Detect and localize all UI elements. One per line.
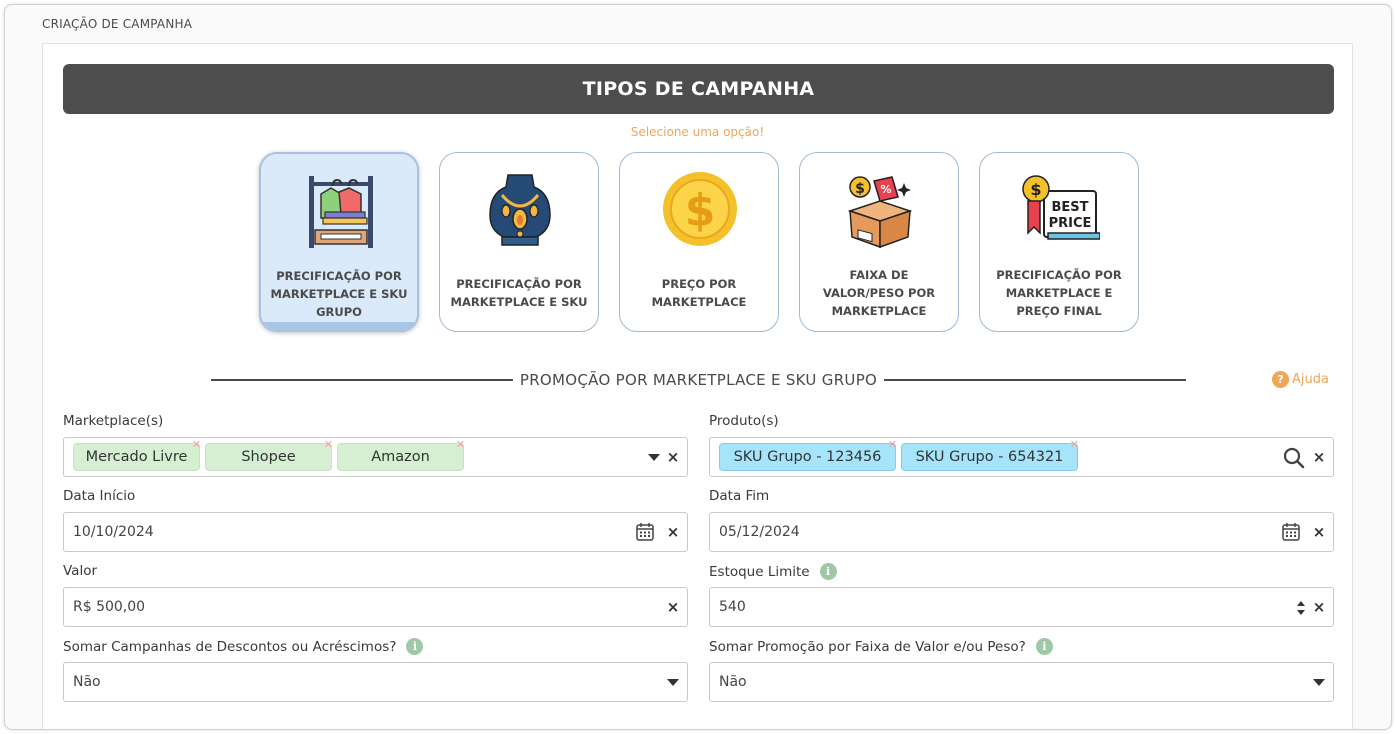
marketplace-tag-label: Amazon	[371, 449, 430, 465]
svg-text:PRICE: PRICE	[1049, 216, 1092, 231]
remove-tag-icon[interactable]: ✕	[192, 438, 201, 451]
section-header: PROMOÇÃO POR MARKETPLACE E SKU GRUPO	[211, 370, 1186, 390]
chevron-down-icon[interactable]	[1313, 679, 1325, 686]
remove-tag-icon[interactable]: ✕	[1070, 438, 1079, 451]
produtos-label: Produto(s)	[709, 413, 779, 429]
product-tag: SKU Grupo - 123456 ✕	[719, 438, 897, 471]
somar-campanhas-select[interactable]: Não	[63, 662, 688, 702]
clear-icon[interactable]: ×	[665, 448, 681, 466]
remove-tag-icon[interactable]: ✕	[456, 438, 465, 451]
chevron-down-icon[interactable]	[667, 679, 679, 686]
estoque-limite-label-text: Estoque Limite	[709, 563, 810, 580]
remove-tag-icon[interactable]: ✕	[324, 438, 333, 451]
valor-label: Valor	[63, 563, 97, 579]
info-icon[interactable]: i	[406, 638, 424, 655]
somar-promocao-label-text: Somar Promoção por Faixa de Valor e/ou P…	[709, 638, 1026, 655]
data-fim-input[interactable]: 05/12/2024 ×	[709, 512, 1334, 552]
valor-input[interactable]: R$ 500,00 ×	[63, 587, 688, 627]
number-stepper-icon[interactable]	[1296, 600, 1306, 616]
data-fim-value: 05/12/2024	[719, 524, 800, 540]
page-title: CRIAÇÃO DE CAMPANHA	[42, 17, 193, 31]
clear-icon[interactable]: ×	[665, 523, 681, 541]
remove-tag-icon[interactable]: ✕	[888, 438, 897, 451]
campaign-type-faixa-valor-peso[interactable]: $ % FAIXA DE VALOR/PESO POR MARKETPLACE	[799, 152, 959, 332]
product-tag-label: SKU Grupo - 654321	[915, 449, 1064, 465]
dollar-coin-icon: $	[663, 172, 737, 246]
svg-text:$: $	[855, 181, 865, 197]
clear-icon[interactable]: ×	[665, 598, 681, 616]
info-icon[interactable]: i	[1035, 638, 1053, 655]
calendar-icon[interactable]	[1281, 522, 1301, 542]
jewelry-necklace-icon	[489, 174, 551, 246]
marketplaces-label-text: Marketplace(s)	[63, 413, 164, 429]
campaign-type-label: PREÇO POR MARKETPLACE	[651, 277, 747, 309]
data-inicio-value: 10/10/2024	[73, 524, 154, 540]
marketplace-tag: Amazon ✕	[337, 438, 465, 471]
campaign-type-list: PRECIFICAÇÃO POR MARKETPLACE E SKU GRUPO…	[259, 152, 1139, 332]
help-label: Ajuda	[1292, 372, 1329, 387]
marketplace-tag-label: Shopee	[241, 449, 296, 465]
window-frame: CRIAÇÃO DE CAMPANHA TIPOS DE CAMPANHA Se…	[4, 4, 1392, 730]
clothes-rack-icon	[309, 176, 373, 248]
valor-label-text: Valor	[63, 563, 98, 579]
campaign-type-label: PRECIFICAÇÃO POR MARKETPLACE E SKU GRUPO	[270, 269, 408, 319]
somar-campanhas-label-text: Somar Campanhas de Descontos ou Acréscim…	[63, 638, 397, 655]
somar-campanhas-label: Somar Campanhas de Descontos ou Acréscim…	[63, 638, 424, 655]
data-fim-label-text: Data Fim	[709, 488, 770, 504]
data-fim-label: Data Fim	[709, 488, 769, 504]
calendar-icon[interactable]	[635, 522, 655, 542]
campaign-type-marketplace[interactable]: $ PREÇO POR MARKETPLACE	[619, 152, 779, 332]
section-divider	[211, 379, 513, 381]
svg-text:BEST: BEST	[1051, 200, 1088, 215]
search-icon[interactable]	[1283, 447, 1305, 469]
marketplace-tag: Mercado Livre ✕	[73, 438, 201, 471]
data-inicio-label-text: Data Início	[63, 488, 136, 504]
campaign-form-card: TIPOS DE CAMPANHA Selecione uma opção! P…	[42, 43, 1353, 729]
campaign-type-sku-grupo[interactable]: PRECIFICAÇÃO POR MARKETPLACE E SKU GRUPO	[259, 152, 419, 332]
chevron-down-icon[interactable]	[648, 454, 660, 461]
best-price-tag-icon: BEST PRICE $	[1022, 175, 1100, 240]
somar-promocao-label: Somar Promoção por Faixa de Valor e/ou P…	[709, 638, 1053, 655]
info-icon[interactable]: i	[819, 563, 837, 580]
somar-promocao-select[interactable]: Não	[709, 662, 1334, 702]
section-divider	[884, 379, 1186, 381]
svg-text:%: %	[880, 183, 891, 196]
marketplaces-select[interactable]: Mercado Livre ✕ Shopee ✕ Amazon ✕ ×	[63, 437, 688, 477]
product-tag-label: SKU Grupo - 123456	[733, 449, 882, 465]
somar-promocao-value: Não	[719, 674, 747, 690]
campaign-type-label: FAIXA DE VALOR/PESO POR MARKETPLACE	[822, 268, 936, 318]
produtos-label-text: Produto(s)	[709, 413, 779, 429]
data-inicio-label: Data Início	[63, 488, 135, 504]
produtos-select[interactable]: SKU Grupo - 123456 ✕ SKU Grupo - 654321 …	[709, 437, 1334, 477]
estoque-limite-input[interactable]: 540 ×	[709, 587, 1334, 627]
section-title: PROMOÇÃO POR MARKETPLACE E SKU GRUPO	[519, 371, 878, 389]
campaign-type-sku[interactable]: PRECIFICAÇÃO POR MARKETPLACE E SKU	[439, 152, 599, 332]
help-icon: ?	[1272, 371, 1289, 388]
clear-icon[interactable]: ×	[1311, 523, 1327, 541]
marketplace-tag-label: Mercado Livre	[85, 449, 188, 465]
product-tag: SKU Grupo - 654321 ✕	[901, 438, 1079, 471]
clear-icon[interactable]: ×	[1311, 448, 1327, 466]
campaign-type-label: PRECIFICAÇÃO POR MARKETPLACE E SKU	[450, 277, 588, 309]
valor-value: R$ 500,00	[73, 599, 146, 615]
svg-text:$: $	[1030, 180, 1041, 199]
marketplace-tag: Shopee ✕	[205, 438, 333, 471]
campaign-type-label: PRECIFICAÇÃO POR MARKETPLACE E PREÇO FIN…	[996, 268, 1122, 318]
estoque-limite-label: Estoque Limite i	[709, 563, 837, 580]
campaign-types-banner: TIPOS DE CAMPANHA	[63, 64, 1334, 114]
data-inicio-input[interactable]: 10/10/2024 ×	[63, 512, 688, 552]
estoque-limite-value: 540	[719, 599, 746, 615]
svg-text:$: $	[685, 185, 716, 236]
discount-box-icon: $ %	[847, 176, 913, 249]
marketplaces-label: Marketplace(s)	[63, 413, 163, 429]
campaign-type-preco-final[interactable]: BEST PRICE $ PRECIFICAÇÃO POR MARKETPLAC…	[979, 152, 1139, 332]
select-option-hint: Selecione uma opção!	[630, 125, 765, 139]
clear-icon[interactable]: ×	[1311, 598, 1327, 616]
help-link[interactable]: ? Ajuda	[1272, 371, 1329, 388]
somar-campanhas-value: Não	[73, 674, 101, 690]
